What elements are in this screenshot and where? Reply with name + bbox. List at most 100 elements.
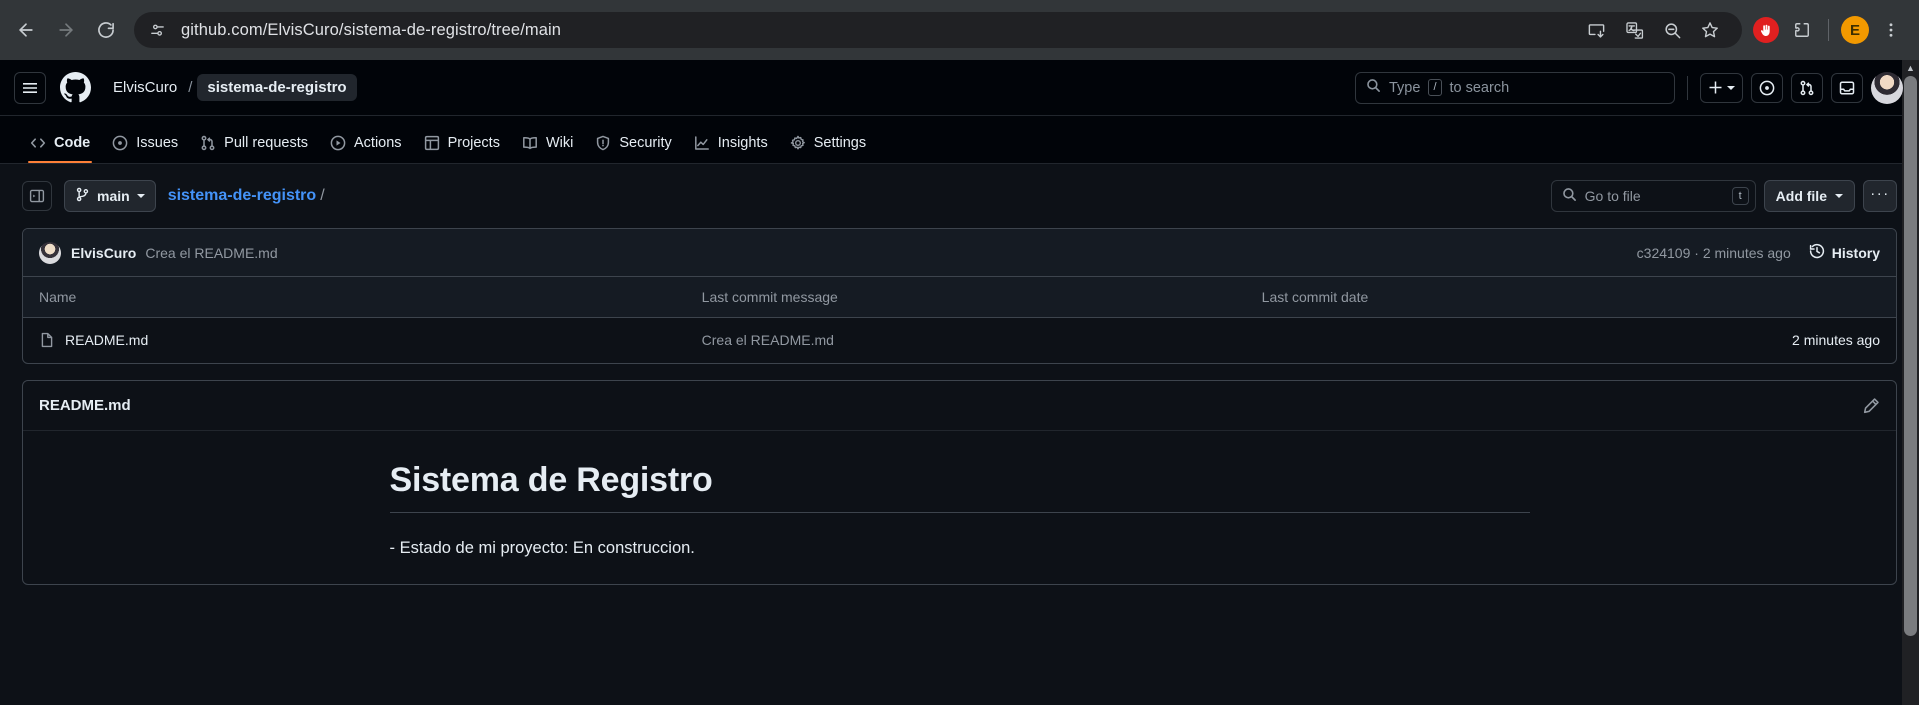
path-separator: / — [320, 187, 325, 204]
tab-issues-label: Issues — [136, 135, 179, 151]
tab-pull-requests[interactable]: Pull requests — [190, 135, 318, 163]
breadcrumb: ElvisCuro / sistema-de-registro — [107, 74, 357, 101]
readme-body: Sistema de Registro - Estado de mi proye… — [23, 431, 1896, 584]
commit-author-avatar[interactable] — [39, 241, 61, 264]
go-to-file-input[interactable]: Go to file t — [1550, 180, 1756, 212]
create-new-button[interactable] — [1700, 72, 1743, 103]
install-app-icon[interactable] — [1578, 12, 1614, 48]
translate-icon[interactable] — [1616, 12, 1652, 48]
reload-button[interactable] — [86, 10, 126, 50]
scrollbar-up-arrow[interactable]: ▲ — [1902, 60, 1919, 76]
page-scrollbar[interactable]: ▲ — [1902, 60, 1919, 705]
branch-selector[interactable]: main — [64, 180, 156, 212]
history-clock-icon — [1809, 243, 1825, 262]
tab-insights[interactable]: Insights — [684, 135, 778, 163]
search-icon — [1562, 187, 1577, 205]
readme-heading: Sistema de Registro — [389, 461, 1530, 513]
tab-insights-label: Insights — [717, 135, 768, 151]
extension-stop-icon[interactable] — [1748, 12, 1784, 48]
table-icon — [424, 135, 440, 151]
column-header-message: Last commit message — [685, 277, 1246, 318]
omnibox-actions — [1578, 12, 1728, 48]
more-options-button[interactable]: ··· — [1863, 180, 1897, 212]
readme-header: README.md — [23, 381, 1896, 431]
path-repo-link[interactable]: sistema-de-registro — [168, 187, 317, 205]
repository-nav: Code Issues Pull requests Actions Projec… — [0, 116, 1919, 164]
tab-security-label: Security — [619, 135, 672, 151]
tab-actions-label: Actions — [354, 135, 402, 151]
chevron-down-icon — [136, 194, 145, 198]
tab-code[interactable]: Code — [20, 135, 100, 163]
cell-commit-date: 2 minutes ago — [1792, 332, 1880, 349]
row-commit-message-link[interactable]: Crea el README.md — [702, 332, 834, 348]
github-mark-icon[interactable] — [60, 72, 91, 103]
hamburger-menu-icon[interactable] — [14, 71, 46, 104]
branch-name: main — [97, 188, 130, 204]
zoom-out-icon[interactable] — [1654, 12, 1690, 48]
forward-button[interactable] — [46, 10, 86, 50]
book-icon — [522, 135, 538, 151]
column-header-date: Last commit date — [1245, 277, 1896, 318]
breadcrumb-repo[interactable]: sistema-de-registro — [197, 74, 357, 101]
commit-author-name[interactable]: ElvisCuro — [71, 245, 136, 261]
go-to-file-kbd: t — [1731, 187, 1749, 205]
tab-actions[interactable]: Actions — [320, 135, 412, 163]
issue-opened-icon — [112, 135, 128, 151]
latest-commit-bar: ElvisCuro Crea el README.md c324109 · 2 … — [23, 229, 1896, 277]
file-icon — [39, 332, 55, 348]
add-file-button[interactable]: Add file — [1763, 180, 1855, 212]
site-settings-icon[interactable] — [142, 15, 172, 45]
chevron-down-icon — [1835, 194, 1843, 198]
tab-wiki[interactable]: Wiki — [512, 135, 583, 163]
tab-wiki-label: Wiki — [545, 135, 574, 151]
sidebar-expand-icon[interactable] — [22, 181, 52, 211]
tab-security[interactable]: Security — [585, 135, 681, 163]
pencil-edit-icon[interactable] — [1862, 397, 1880, 415]
issues-icon[interactable] — [1751, 72, 1783, 103]
history-link[interactable]: History — [1809, 243, 1880, 262]
git-branch-icon — [75, 187, 90, 205]
column-header-name: Name — [23, 277, 686, 318]
cell-commit-message: Crea el README.md — [686, 317, 1246, 363]
back-button[interactable] — [6, 10, 46, 50]
file-name-link[interactable]: README.md — [65, 332, 148, 348]
commit-meta: c324109 · 2 minutes ago History — [1637, 243, 1880, 262]
extensions-puzzle-icon[interactable] — [1784, 12, 1820, 48]
address-bar[interactable]: github.com/ElvisCuro/sistema-de-registro… — [134, 12, 1742, 48]
tab-code-label: Code — [54, 135, 91, 151]
commit-hash-and-time[interactable]: c324109 · 2 minutes ago — [1637, 245, 1791, 261]
file-listing-panel: ElvisCuro Crea el README.md c324109 · 2 … — [22, 228, 1897, 364]
profile-button[interactable]: E — [1837, 12, 1873, 48]
commit-message[interactable]: Crea el README.md — [145, 245, 277, 261]
browser-toolbar: github.com/ElvisCuro/sistema-de-registro… — [0, 0, 1919, 60]
tab-projects[interactable]: Projects — [414, 135, 510, 163]
tab-settings[interactable]: Settings — [780, 135, 876, 163]
tab-projects-label: Projects — [447, 135, 500, 151]
breadcrumb-owner[interactable]: ElvisCuro — [107, 75, 183, 100]
user-avatar[interactable] — [1871, 71, 1903, 104]
table-row[interactable]: README.md Crea el README.md 2 minutes ag… — [23, 317, 1896, 363]
git-pull-request-icon — [200, 135, 216, 151]
bookmark-star-icon[interactable] — [1692, 12, 1728, 48]
scrollbar-thumb[interactable] — [1904, 76, 1917, 636]
inbox-icon[interactable] — [1831, 72, 1863, 103]
three-dot-menu-icon[interactable] — [1873, 12, 1909, 48]
search-input[interactable]: Type / to search — [1355, 71, 1675, 104]
history-label: History — [1831, 244, 1880, 261]
pull-requests-icon[interactable] — [1791, 72, 1823, 103]
toolbar-divider — [1828, 19, 1829, 41]
table-header-row: Name Last commit message Last commit dat… — [23, 277, 1896, 318]
chevron-down-icon — [1727, 85, 1735, 90]
search-kbd-slash: / — [1428, 79, 1442, 96]
tab-issues[interactable]: Issues — [102, 135, 188, 163]
profile-initial: E — [1841, 16, 1869, 44]
add-file-label: Add file — [1775, 188, 1827, 204]
shield-icon — [595, 135, 611, 151]
gear-icon — [790, 135, 806, 151]
tab-pull-requests-label: Pull requests — [224, 135, 308, 151]
readme-panel: README.md Sistema de Registro - Estado d… — [22, 380, 1897, 585]
readme-title: README.md — [39, 397, 131, 414]
stop-hand-badge — [1753, 17, 1779, 43]
breadcrumb-separator: / — [188, 79, 193, 96]
path-breadcrumb: sistema-de-registro / — [168, 187, 325, 205]
